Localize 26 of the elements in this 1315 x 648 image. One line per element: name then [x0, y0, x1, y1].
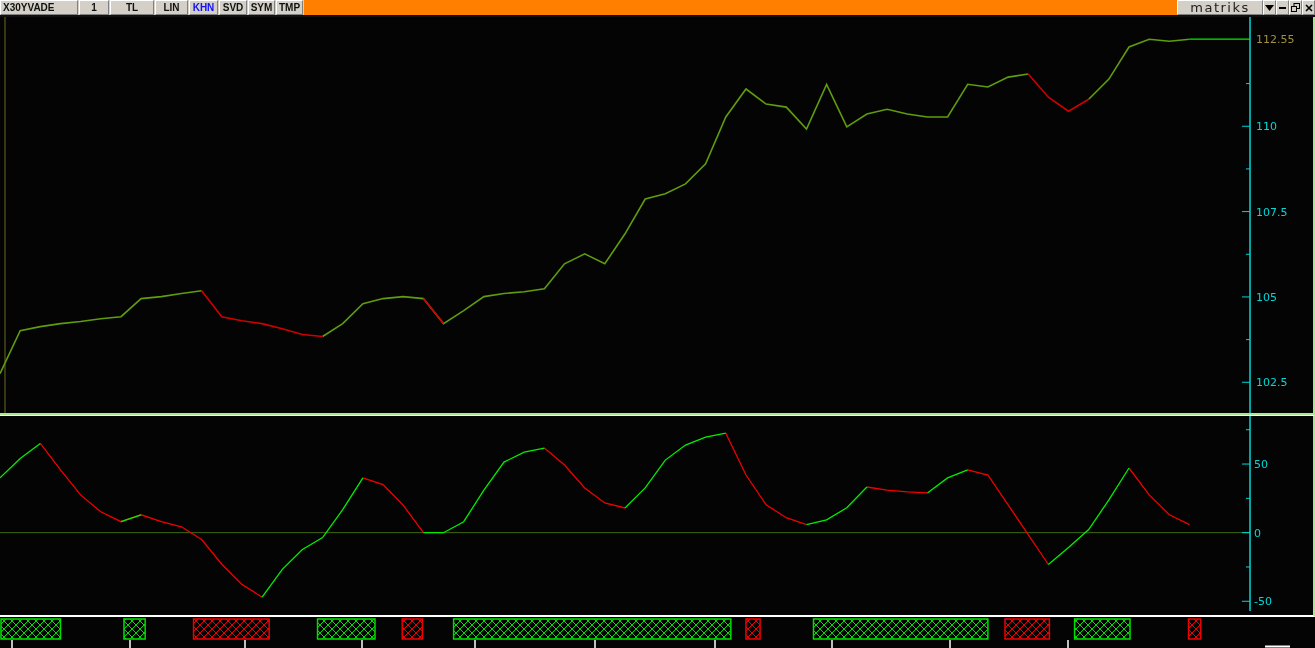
tick-label: -50 — [1254, 595, 1272, 609]
restore-button[interactable] — [1289, 0, 1302, 15]
toolbar-button[interactable]: SYM — [248, 0, 275, 15]
toolbar-button[interactable]: LIN — [155, 0, 188, 15]
last-value-line — [1188, 38, 1251, 40]
toolbar-button[interactable]: KHN — [189, 0, 218, 15]
last-value-label: 112.55 — [1256, 33, 1295, 47]
toolbar-button[interactable]: TMP — [276, 0, 303, 15]
dropdown-button[interactable] — [1263, 0, 1276, 15]
tick-label: 0 — [1254, 526, 1261, 540]
close-button[interactable] — [1302, 0, 1315, 15]
tick-label: 105 — [1256, 290, 1277, 304]
tick-label: 107.5 — [1256, 205, 1288, 219]
minimize-icon — [1279, 6, 1286, 9]
tick-label: 102.5 — [1256, 376, 1288, 390]
minimize-button[interactable] — [1276, 0, 1289, 15]
close-icon — [1304, 3, 1313, 12]
toolbar-button[interactable]: SVD — [219, 0, 247, 15]
toolbar-button[interactable]: TL — [110, 0, 154, 15]
restore-icon — [1291, 3, 1300, 12]
toolbar-button[interactable]: 1 — [79, 0, 109, 15]
tick-label: 50 — [1254, 458, 1268, 472]
logo: matriks — [1177, 0, 1263, 15]
caret-icon — [1265, 4, 1274, 11]
toolbar-button[interactable]: X30YVADE — [0, 0, 78, 15]
tick-label: 110 — [1256, 120, 1277, 134]
